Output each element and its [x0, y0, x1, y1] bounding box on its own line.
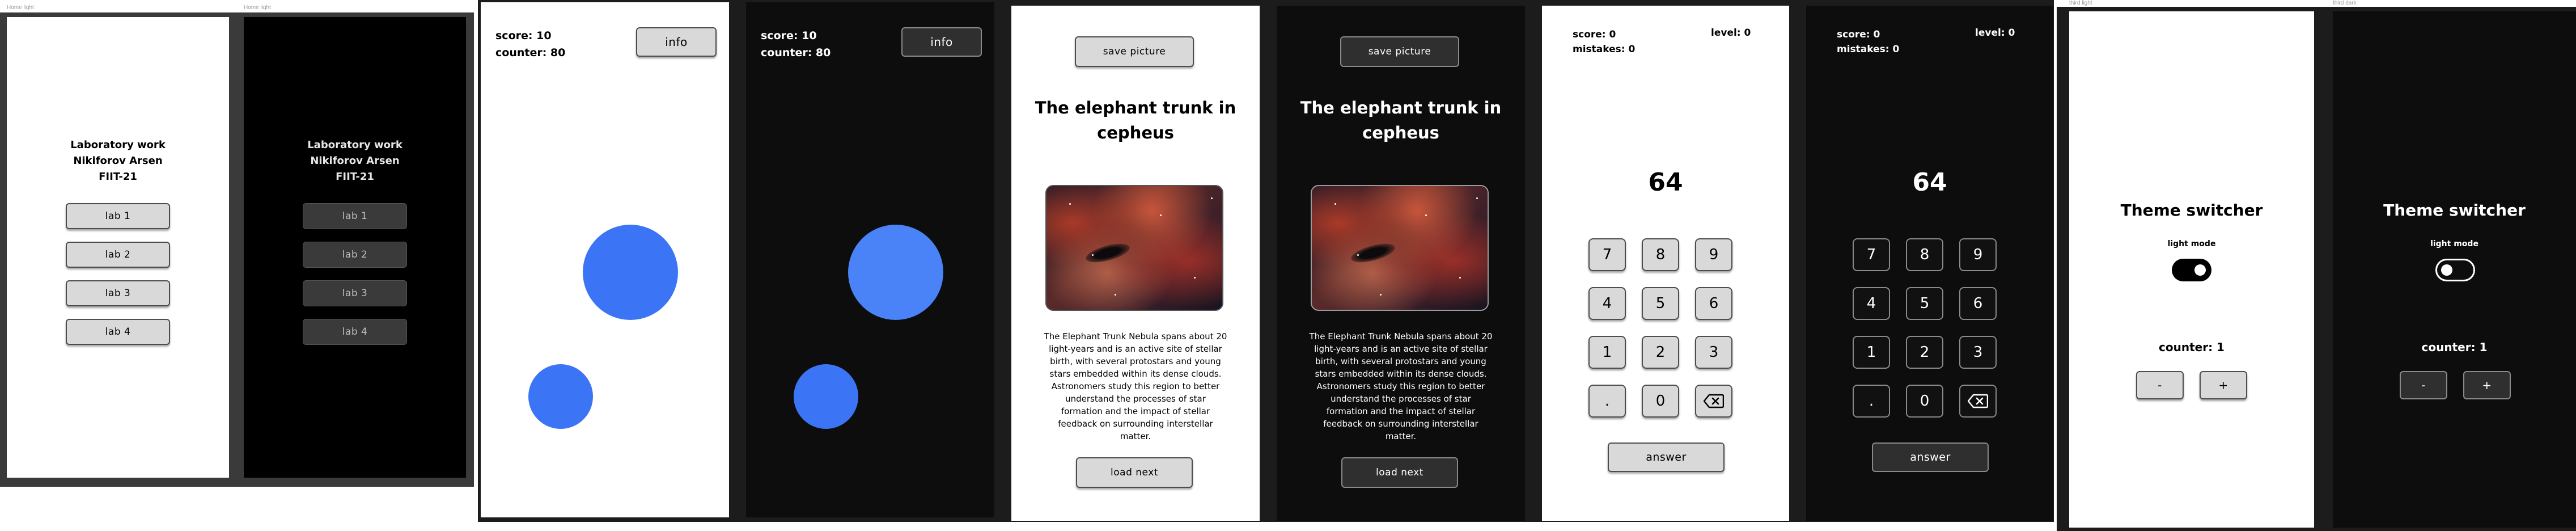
increment-button[interactable]: + [2463, 371, 2511, 399]
theme-toggle[interactable] [2435, 259, 2475, 281]
theme-title: Theme switcher [2383, 201, 2526, 220]
picture-title-line1: The elephant trunk in [1300, 98, 1502, 117]
increment-button[interactable]: + [2200, 371, 2247, 399]
mistakes-label: mistakes: 0 [1837, 44, 1900, 55]
key-3[interactable]: 3 [1959, 336, 1997, 369]
info-button[interactable]: info [636, 27, 717, 57]
key-7[interactable]: 7 [1853, 238, 1890, 271]
score-label: score: 10 [761, 30, 817, 42]
theme-screen-light: Theme switcher light mode counter: 1 - + [2069, 11, 2314, 528]
quiz-screen-dark: score: 0 mistakes: 0 level: 0 64 7 8 9 4… [1806, 6, 2053, 521]
theme-mode-label: light mode [2430, 239, 2478, 248]
key-4[interactable]: 4 [1853, 287, 1890, 320]
counter-label: counter: 80 [495, 47, 566, 59]
mistakes-label: mistakes: 0 [1573, 44, 1636, 55]
theme-toggle[interactable] [2172, 259, 2211, 281]
counter-label: counter: 1 [2421, 340, 2488, 354]
key-dot[interactable]: . [1588, 385, 1626, 418]
nebula-image [1311, 185, 1489, 311]
lab-1-button[interactable]: lab 1 [303, 203, 407, 229]
home-screen-dark: Laboratory work Nikiforov Arsen FIIT-21 … [244, 17, 466, 478]
home-title-line3: FIIT-21 [336, 171, 374, 183]
score-label: score: 0 [1573, 29, 1616, 40]
frame-label-third-dark: third dark [2333, 0, 2357, 6]
counter-label: counter: 1 [2159, 340, 2225, 354]
lab-2-button[interactable]: lab 2 [303, 242, 407, 268]
key-dot[interactable]: . [1853, 385, 1890, 418]
circles-screen-dark: score: 10 counter: 80 info [746, 2, 994, 517]
theme-mode-label: light mode [2167, 239, 2216, 248]
save-picture-button[interactable]: save picture [1075, 36, 1194, 67]
target-circle-small[interactable] [528, 364, 593, 429]
key-1[interactable]: 1 [1853, 336, 1890, 369]
key-0[interactable]: 0 [1642, 385, 1679, 418]
lab-4-button[interactable]: lab 4 [66, 319, 170, 345]
key-2[interactable]: 2 [1642, 336, 1679, 369]
level-label: level: 0 [1975, 27, 2015, 39]
lab-2-button[interactable]: lab 2 [66, 242, 170, 268]
key-3[interactable]: 3 [1695, 336, 1732, 369]
key-6[interactable]: 6 [1959, 287, 1997, 320]
backspace-icon [1968, 394, 1988, 408]
save-picture-button[interactable]: save picture [1340, 36, 1459, 67]
lab-3-button[interactable]: lab 3 [303, 280, 407, 306]
key-4[interactable]: 4 [1588, 287, 1626, 320]
target-circle-large[interactable] [583, 225, 678, 320]
key-0[interactable]: 0 [1906, 385, 1943, 418]
key-1[interactable]: 1 [1588, 336, 1626, 369]
picture-title-line2: cepheus [1362, 123, 1439, 142]
frame-label-home-dark: Home light [244, 5, 271, 11]
backspace-button[interactable] [1959, 385, 1997, 418]
target-circle-large[interactable] [848, 225, 943, 320]
frame-label-third-light: third light [2069, 0, 2092, 6]
lab-1-button[interactable]: lab 1 [66, 203, 170, 229]
info-button[interactable]: info [901, 27, 982, 57]
quiz-screen-light: score: 0 mistakes: 0 level: 0 64 7 8 9 4… [1542, 6, 1789, 521]
backspace-button[interactable] [1695, 385, 1732, 418]
decrement-button[interactable]: - [2400, 371, 2447, 399]
load-next-button[interactable]: load next [1341, 457, 1458, 488]
home-title-line1: Laboratory work [307, 139, 402, 151]
home-title-line3: FIIT-21 [99, 171, 137, 183]
lab-4-button[interactable]: lab 4 [303, 319, 407, 345]
home-title-line2: Nikiforov Arsen [73, 155, 163, 167]
decrement-button[interactable]: - [2136, 371, 2184, 399]
picture-title-line1: The elephant trunk in [1035, 98, 1236, 117]
key-6[interactable]: 6 [1695, 287, 1732, 320]
score-label: score: 10 [495, 30, 552, 42]
level-label: level: 0 [1711, 27, 1751, 39]
home-title-line1: Laboratory work [70, 139, 166, 151]
picture-title-line2: cepheus [1097, 123, 1174, 142]
key-9[interactable]: 9 [1959, 238, 1997, 271]
load-next-button[interactable]: load next [1076, 457, 1193, 488]
answer-button[interactable]: answer [1872, 442, 1989, 472]
key-2[interactable]: 2 [1906, 336, 1943, 369]
key-9[interactable]: 9 [1695, 238, 1732, 271]
backspace-icon [1704, 394, 1724, 408]
theme-screen-dark: Theme switcher light mode counter: 1 - + [2333, 11, 2576, 528]
picture-description: The Elephant Trunk Nebula spans about 20… [1044, 331, 1227, 441]
home-title-line2: Nikiforov Arsen [310, 155, 400, 167]
key-7[interactable]: 7 [1588, 238, 1626, 271]
nebula-image [1045, 185, 1223, 311]
picture-description: The Elephant Trunk Nebula spans about 20… [1309, 331, 1493, 441]
target-number: 64 [1648, 168, 1683, 197]
circles-screen-light: score: 10 counter: 80 info [481, 2, 729, 517]
score-label: score: 0 [1837, 29, 1880, 40]
lab-3-button[interactable]: lab 3 [66, 280, 170, 306]
picture-screen-light: save picture The elephant trunk in cephe… [1011, 6, 1260, 521]
theme-title: Theme switcher [2120, 201, 2263, 220]
key-5[interactable]: 5 [1906, 287, 1943, 320]
counter-label: counter: 80 [761, 47, 831, 59]
answer-button[interactable]: answer [1608, 442, 1725, 472]
target-circle-small[interactable] [794, 364, 858, 429]
key-8[interactable]: 8 [1642, 238, 1679, 271]
frame-label-home-light: Home light [7, 5, 34, 11]
key-5[interactable]: 5 [1642, 287, 1679, 320]
home-screen-light: Laboratory work Nikiforov Arsen FIIT-21 … [7, 17, 229, 478]
key-8[interactable]: 8 [1906, 238, 1943, 271]
target-number: 64 [1912, 168, 1947, 197]
picture-screen-dark: save picture The elephant trunk in cephe… [1277, 6, 1525, 521]
